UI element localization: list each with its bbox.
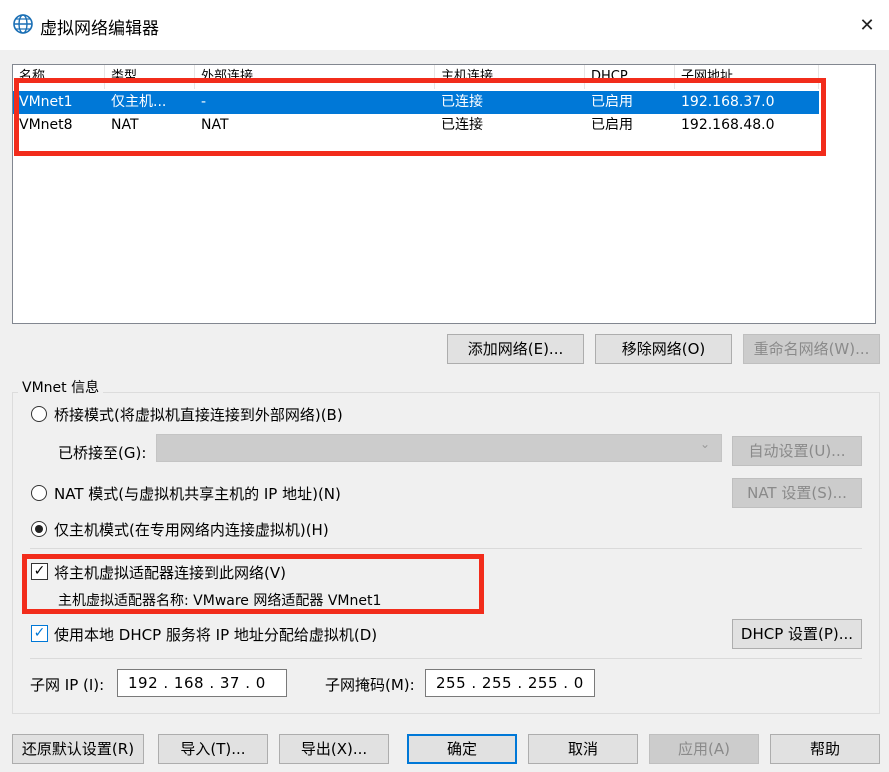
dhcp-settings-button[interactable]: DHCP 设置(P)... — [732, 619, 862, 649]
hostonly-mode-radio[interactable] — [31, 521, 47, 537]
nat-mode-label[interactable]: NAT 模式(与虚拟机共享主机的 IP 地址)(N) — [54, 483, 341, 504]
nat-settings-button[interactable]: NAT 设置(S)... — [732, 478, 862, 508]
close-icon[interactable]: ✕ — [852, 12, 882, 40]
highlight-box-adapter — [22, 554, 484, 614]
nat-mode-radio[interactable] — [31, 485, 47, 501]
apply-button[interactable]: 应用(A) — [649, 734, 759, 764]
divider — [30, 548, 862, 549]
bridged-mode-label[interactable]: 桥接模式(将虚拟机直接连接到外部网络)(B) — [54, 404, 343, 425]
bridged-mode-radio[interactable] — [31, 406, 47, 422]
bridged-to-select[interactable] — [156, 434, 722, 462]
dhcp-checkbox[interactable]: ✓ — [31, 625, 48, 642]
cancel-button[interactable]: 取消 — [528, 734, 638, 764]
subnet-ip-label: 子网 IP (I): — [30, 676, 105, 694]
add-network-button[interactable]: 添加网络(E)... — [447, 334, 584, 364]
vmnet-info-title: VMnet 信息 — [18, 377, 104, 397]
remove-network-button[interactable]: 移除网络(O) — [595, 334, 732, 364]
rename-network-button[interactable]: 重命名网络(W)... — [743, 334, 880, 364]
dhcp-label[interactable]: 使用本地 DHCP 服务将 IP 地址分配给虚拟机(D) — [54, 624, 377, 645]
globe-icon — [13, 14, 33, 34]
restore-defaults-button[interactable]: 还原默认设置(R) — [12, 734, 144, 764]
highlight-box-network-rows — [14, 78, 826, 156]
import-button[interactable]: 导入(T)... — [158, 734, 268, 764]
subnet-mask-input[interactable]: 255 . 255 . 255 . 0 — [425, 669, 595, 697]
help-button[interactable]: 帮助 — [770, 734, 880, 764]
ok-button[interactable]: 确定 — [407, 734, 517, 764]
divider — [30, 658, 862, 659]
window-title: 虚拟网络编辑器 — [40, 19, 159, 39]
bridged-to-label: 已桥接至(G): — [58, 444, 147, 462]
subnet-mask-label: 子网掩码(M): — [325, 676, 415, 694]
hostonly-mode-label[interactable]: 仅主机模式(在专用网络内连接虚拟机)(H) — [54, 519, 329, 540]
export-button[interactable]: 导出(X)... — [279, 734, 389, 764]
chevron-down-icon: ⌄ — [700, 437, 711, 451]
auto-settings-button[interactable]: 自动设置(U)... — [732, 436, 862, 466]
subnet-ip-input[interactable]: 192 . 168 . 37 . 0 — [117, 669, 287, 697]
